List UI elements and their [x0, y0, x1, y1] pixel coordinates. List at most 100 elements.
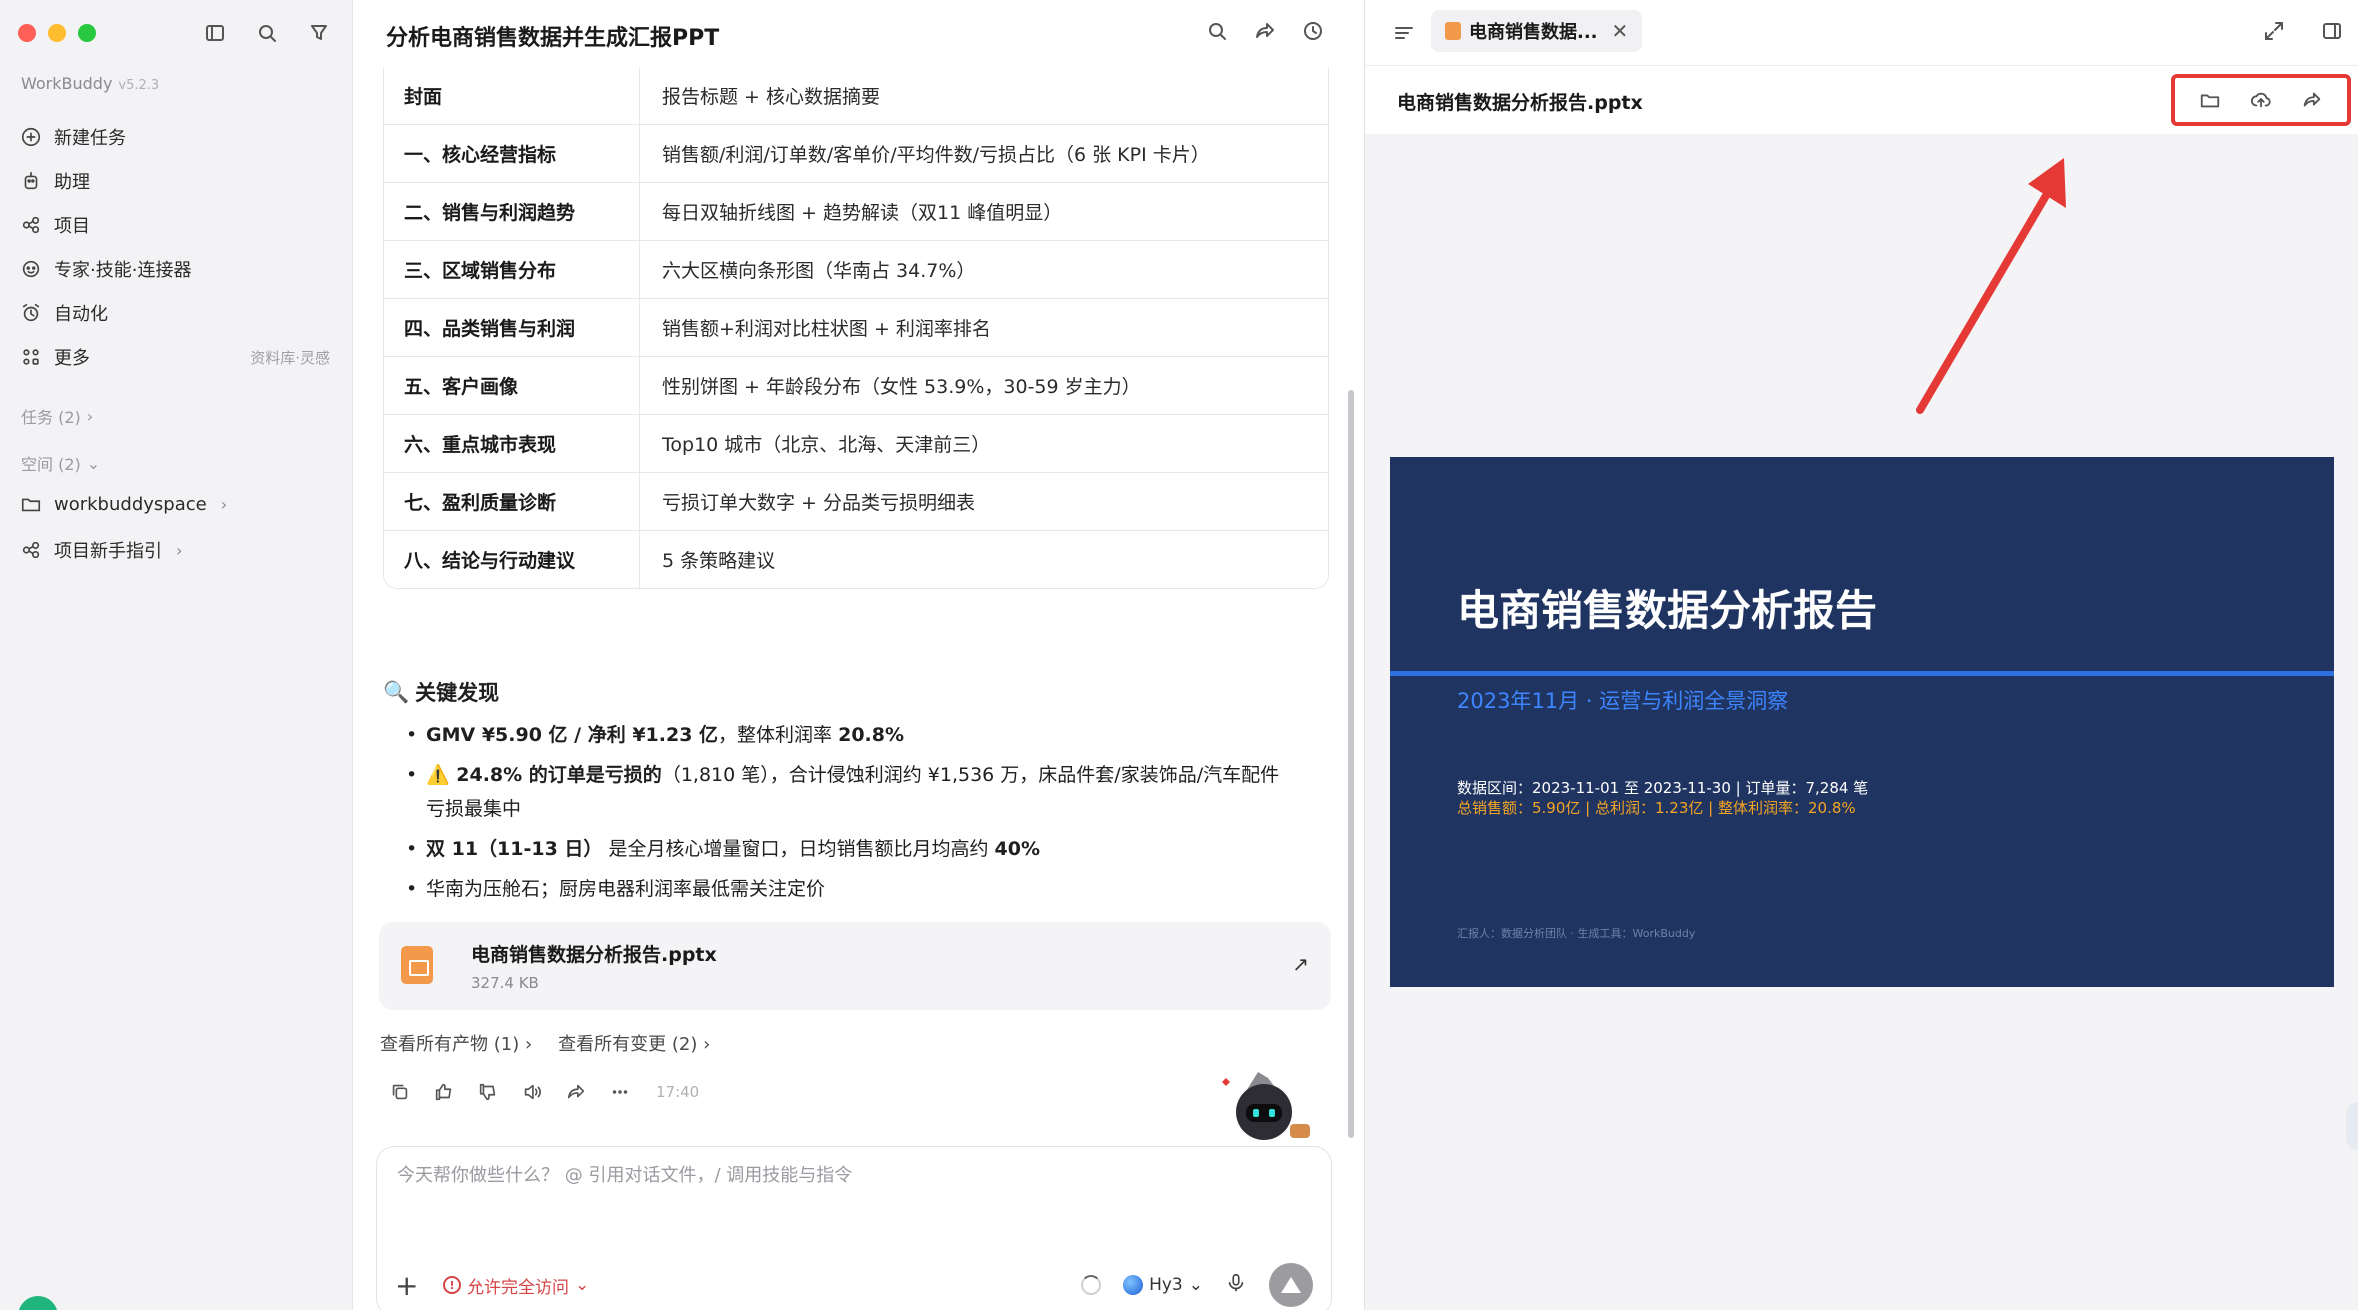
pptx-file-icon — [401, 946, 433, 984]
space-item-guide[interactable]: 项目新手指引 › — [20, 537, 182, 563]
share-icon[interactable] — [2297, 85, 2327, 115]
speaker-icon[interactable] — [518, 1078, 546, 1106]
table-cell-section: 七、盈利质量诊断 — [384, 473, 640, 530]
view-all-artifacts-link[interactable]: 查看所有产物 (1) › — [380, 1030, 532, 1056]
file-size: 327.4 KB — [471, 974, 539, 992]
upload-cloud-icon[interactable] — [2246, 85, 2276, 115]
maximize-window-button[interactable] — [78, 24, 96, 42]
permission-dropdown[interactable]: ! 允许完全访问 ⌄ — [443, 1273, 589, 1298]
send-button[interactable] — [1269, 1263, 1313, 1307]
outline-table: 封面 报告标题 + 核心数据摘要 一、核心经营指标 销售额/利润/订单数/客单价/平均… — [383, 66, 1329, 589]
share-icon[interactable] — [1250, 16, 1280, 46]
file-name: 电商销售数据分析报告.pptx — [471, 944, 717, 966]
finding-text: ，整体利润率 — [718, 724, 839, 746]
more-icon[interactable] — [606, 1078, 634, 1106]
window-controls — [18, 24, 96, 42]
panel-toggle-icon[interactable] — [2317, 16, 2347, 46]
close-tab-icon[interactable]: ✕ — [1612, 19, 1629, 43]
finding-text: 华南为压舱石；厨房电器利润率最低需关注定价 — [426, 878, 826, 900]
thumbs-down-icon[interactable] — [474, 1078, 502, 1106]
open-external-icon[interactable]: ↗ — [1292, 952, 1309, 976]
plus-circle-icon — [20, 126, 42, 148]
chevron-right-icon: › — [220, 494, 228, 514]
table-row: 一、核心经营指标 销售额/利润/订单数/客单价/平均件数/亏损占比（6 张 KPI… — [384, 124, 1328, 182]
sidebar-item-label: 助理 — [54, 172, 90, 193]
preview-tab[interactable]: 电商销售数据... ✕ — [1431, 10, 1643, 52]
spaces-section-header[interactable]: 空间 (2) ⌄ — [21, 451, 100, 475]
sidebar-nav: 新建任务 助理 项目 专家·技能·连接器 自动化 更多 资料库·灵感 — [20, 115, 330, 379]
project-icon — [20, 539, 42, 561]
space-item-workbuddyspace[interactable]: workbuddyspace › — [20, 493, 227, 515]
search-icon[interactable] — [1202, 16, 1232, 46]
user-avatar[interactable] — [18, 1296, 58, 1310]
minimize-window-button[interactable] — [48, 24, 66, 42]
file-attachment-card[interactable]: 电商销售数据分析报告.pptx 327.4 KB ↗ — [379, 922, 1331, 1010]
preview-filename: 电商销售数据分析报告.pptx — [1397, 92, 1643, 114]
table-cell-section: 三、区域销售分布 — [384, 241, 640, 298]
finding-emphasis: 40% — [994, 838, 1041, 860]
sidebar-item-project[interactable]: 项目 — [20, 203, 330, 247]
chat-scrollbar[interactable] — [1348, 390, 1354, 1138]
view-all-changes-link[interactable]: 查看所有变更 (2) › — [558, 1030, 710, 1056]
model-label: Hy3 — [1149, 1275, 1183, 1295]
sidebar-item-experts[interactable]: 专家·技能·连接器 — [20, 247, 330, 291]
sidebar: WorkBuddy v5.2.3 新建任务 助理 项目 专家·技能·连接器 自动化 — [0, 0, 353, 1310]
project-icon — [20, 214, 42, 236]
filter-icon[interactable] — [304, 18, 334, 48]
sidebar-item-label: 项目 — [54, 216, 90, 237]
sidebar-item-new-task[interactable]: 新建任务 — [20, 115, 330, 159]
table-row: 三、区域销售分布 六大区横向条形图（华南占 34.7%） — [384, 240, 1328, 298]
key-findings-heading: 🔍 关键发现 — [383, 677, 499, 707]
folder-icon — [20, 493, 42, 515]
history-icon[interactable] — [1298, 16, 1328, 46]
chat-title: 分析电商销售数据并生成汇报PPT — [386, 26, 720, 51]
chat-input[interactable]: 今天帮你做些什么？ @ 引用对话文件，/ 调用技能与指令 + ! 允许完全访问 ⌄ … — [376, 1146, 1332, 1310]
table-row: 封面 报告标题 + 核心数据摘要 — [384, 66, 1328, 124]
table-row: 八、结论与行动建议 5 条策略建议 — [384, 530, 1328, 588]
sidebar-item-more[interactable]: 更多 资料库·灵感 — [20, 335, 330, 379]
folder-icon[interactable] — [2195, 85, 2225, 115]
key-findings-list: GMV ¥5.90 亿 / 净利 ¥1.23 亿，整体利润率 20.8% ⚠️ 2… — [406, 718, 1286, 912]
thumbs-up-icon[interactable] — [430, 1078, 458, 1106]
microphone-icon[interactable] — [1225, 1272, 1247, 1298]
finding-emphasis: GMV ¥5.90 亿 / 净利 ¥1.23 亿 — [426, 724, 719, 746]
share-icon[interactable] — [562, 1078, 590, 1106]
table-row: 四、品类销售与利润 销售额+利润对比柱状图 + 利润率排名 — [384, 298, 1328, 356]
table-cell-section: 五、客户画像 — [384, 357, 640, 414]
sidebar-item-label: 专家·技能·连接器 — [54, 260, 192, 281]
expand-icon[interactable] — [2259, 16, 2289, 46]
grid-icon — [20, 346, 42, 368]
table-cell-content: 每日双轴折线图 + 趋势解读（双11 峰值明显） — [662, 202, 1063, 224]
sidebar-item-assistant[interactable]: 助理 — [20, 159, 330, 203]
view-artifacts-label: 查看所有产物 (1) — [380, 1034, 520, 1055]
table-row: 五、客户画像 性别饼图 + 年龄段分布（女性 53.9%，30-59 岁主力） — [384, 356, 1328, 414]
table-row: 七、盈利质量诊断 亏损订单大数字 + 分品类亏损明细表 — [384, 472, 1328, 530]
copy-icon[interactable] — [386, 1078, 414, 1106]
table-row: 二、销售与利润趋势 每日双轴折线图 + 趋势解读（双11 峰值明显） — [384, 182, 1328, 240]
add-attachment-button[interactable]: + — [395, 1269, 425, 1302]
robot-mascot-icon — [1222, 1072, 1310, 1140]
table-cell-content: 六大区横向条形图（华南占 34.7%） — [662, 260, 976, 282]
list-item: ⚠️ 24.8% 的订单是亏损的（1,810 笔），合计侵蚀利润约 ¥1,536… — [406, 758, 1286, 826]
chevron-right-icon: › — [86, 406, 94, 426]
sidebar-toggle-icon[interactable] — [200, 18, 230, 48]
model-globe-icon — [1123, 1275, 1144, 1295]
sidebar-item-label: 新建任务 — [54, 128, 126, 149]
input-placeholder: 今天帮你做些什么？ @ 引用对话文件，/ 调用技能与指令 — [397, 1165, 853, 1186]
list-item: GMV ¥5.90 亿 / 净利 ¥1.23 亿，整体利润率 20.8% — [406, 718, 1286, 752]
preview-header: 电商销售数据... ✕ — [1365, 0, 2358, 66]
search-icon[interactable] — [252, 18, 282, 48]
finding-emphasis: ⚠️ 24.8% 的订单是亏损的 — [426, 764, 662, 786]
slide-meta-totals: 总销售额：5.90亿 | 总利润：1.23亿 | 整体利润率：20.8% — [1457, 799, 1856, 817]
menu-icon[interactable] — [1389, 18, 1419, 48]
model-selector[interactable]: Hy3 ⌄ — [1123, 1275, 1203, 1295]
slide-preview: 电商销售数据分析报告 2023年11月 · 运营与利润全景洞察 数据区间：202… — [1390, 457, 2334, 987]
finding-emphasis: 20.8% — [838, 724, 905, 746]
side-handle[interactable] — [2346, 1102, 2358, 1150]
close-window-button[interactable] — [18, 24, 36, 42]
chat-header-actions — [1202, 16, 1328, 46]
view-changes-label: 查看所有变更 (2) — [558, 1034, 698, 1055]
sidebar-item-automation[interactable]: 自动化 — [20, 291, 330, 335]
sidebar-item-label: 更多 — [54, 348, 90, 369]
tasks-section-header[interactable]: 任务 (2) › — [21, 404, 93, 428]
